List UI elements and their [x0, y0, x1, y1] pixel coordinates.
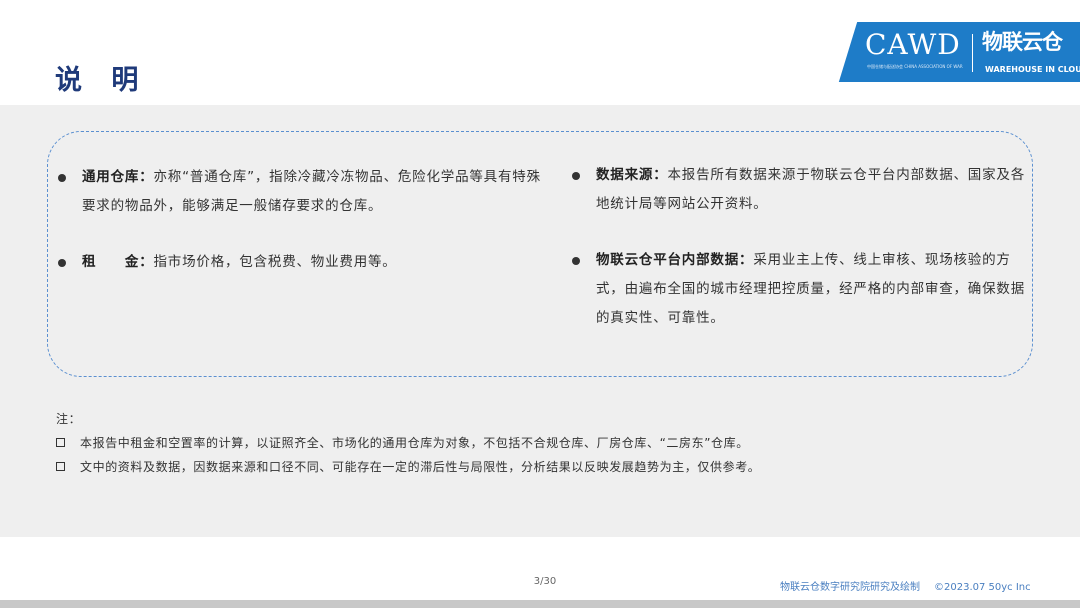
logo-separator — [972, 34, 973, 72]
page-title: 说 明 — [55, 65, 149, 96]
page-number: 3/30 — [533, 576, 557, 587]
note-text: 文中的资料及数据，因数据来源和口径不同、可能存在一定的滞后性与局限性，分析结果以… — [80, 460, 761, 474]
definitions-left-column: 通用仓库：亦称“普通仓库”，指除冷藏冷冻物品、危险化学品等具有特殊要求的物品外，… — [58, 163, 548, 304]
notes-section: 注： 本报告中租金和空置率的计算，以证照齐全、市场化的通用仓库为对象，不包括不合… — [56, 407, 1036, 479]
logo-cawd-subtitle: 中国仓储与配送协会 CHINA ASSOCIATION OF WAREHOUSI… — [867, 64, 963, 69]
definition-item: 通用仓库：亦称“普通仓库”，指除冷藏冷冻物品、危险化学品等具有特殊要求的物品外，… — [58, 163, 548, 221]
logo-brand-en: WAREHOUSE IN CLOUD — [985, 65, 1080, 74]
definition-item: 数据来源：本报告所有数据来源于物联云仓平台内部数据、国家及各地统计局等网站公开资… — [572, 161, 1030, 219]
footer-copyright: ©2023.07 50yc Inc — [934, 582, 1031, 593]
bullet-icon — [58, 259, 66, 267]
bullet-icon — [58, 174, 66, 182]
definition-term: 租 金： — [82, 254, 154, 270]
footer-credit-text: 物联云仓数字研究院研究及绘制 — [780, 582, 920, 593]
logo-brand-cn: 物联云仓 — [982, 30, 1063, 54]
note-item: 本报告中租金和空置率的计算，以证照齐全、市场化的通用仓库为对象，不包括不合规仓库… — [56, 431, 1036, 455]
definition-item: 物联云仓平台内部数据：采用业主上传、线上审核、现场核验的方式，由遍布全国的城市经… — [572, 246, 1030, 333]
logo-cawd-text: CAWD — [865, 28, 961, 61]
definition-text: 指市场价格，包含税费、物业费用等。 — [153, 254, 397, 270]
bullet-icon — [572, 172, 580, 180]
definition-term: 通用仓库： — [82, 169, 154, 185]
definition-item: 租 金：指市场价格，包含税费、物业费用等。 — [58, 248, 548, 277]
square-bullet-icon — [56, 462, 65, 471]
definitions-right-column: 数据来源：本报告所有数据来源于物联云仓平台内部数据、国家及各地统计局等网站公开资… — [572, 161, 1030, 360]
square-bullet-icon — [56, 438, 65, 447]
footer-credit: 物联云仓数字研究院研究及绘制 ©2023.07 50yc Inc — [780, 578, 1031, 593]
notes-label: 注： — [56, 412, 82, 426]
bullet-icon — [572, 257, 580, 265]
note-text: 本报告中租金和空置率的计算，以证照齐全、市场化的通用仓库为对象，不包括不合规仓库… — [80, 436, 749, 450]
definition-term: 数据来源： — [596, 167, 668, 183]
definition-term: 物联云仓平台内部数据： — [596, 252, 754, 268]
bottom-bar — [0, 600, 1080, 608]
note-item: 文中的资料及数据，因数据来源和口径不同、可能存在一定的滞后性与局限性，分析结果以… — [56, 455, 1036, 479]
